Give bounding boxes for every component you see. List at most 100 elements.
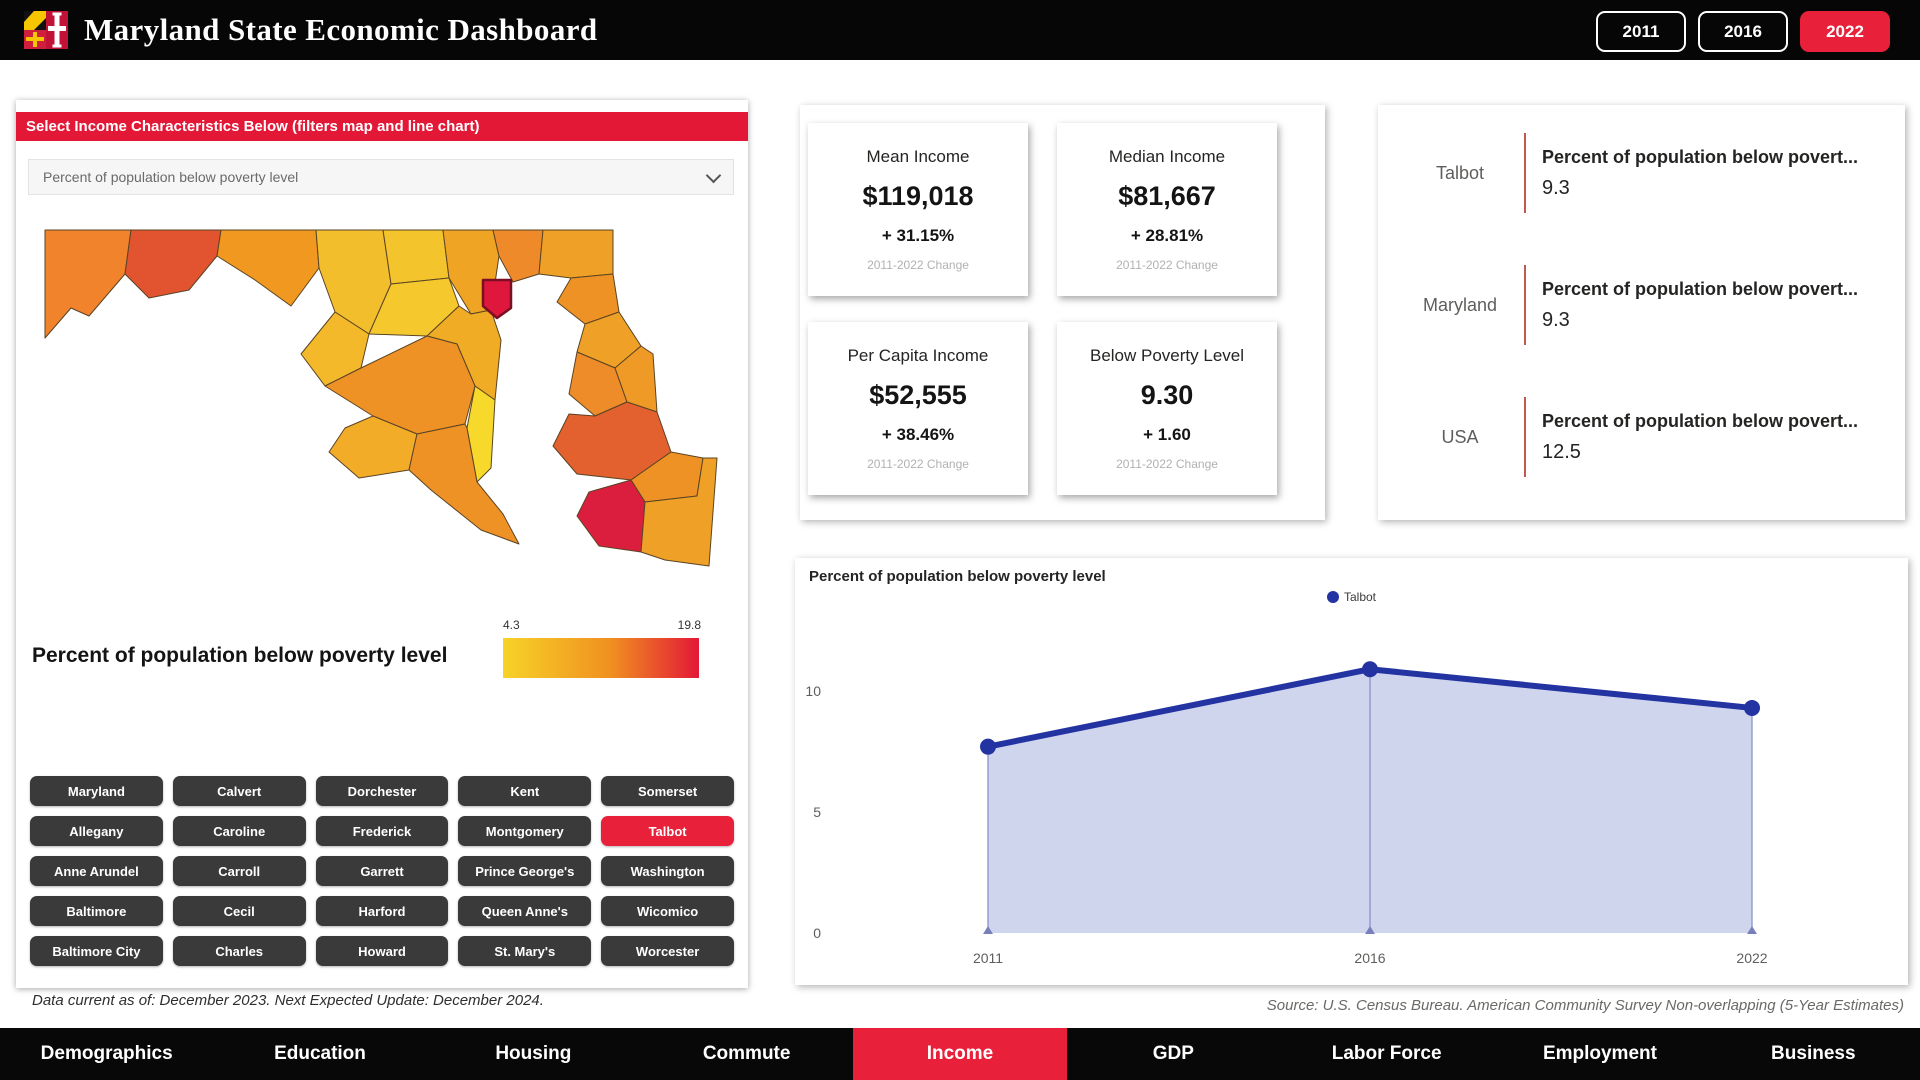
comparison-value: 12.5 [1542,441,1896,464]
chevron-down-icon [706,167,722,183]
comparison-row-usa[interactable]: USA Percent of population below povert..… [1396,387,1896,487]
map-region-st-marys[interactable] [409,424,519,544]
county-button-washington[interactable]: Washington [601,856,734,886]
comparison-region: USA [1396,427,1524,448]
county-button-cecil[interactable]: Cecil [173,896,306,926]
year-button-2016[interactable]: 2016 [1698,11,1788,52]
svg-text:5: 5 [813,804,821,820]
comparison-metric: Percent of population below povert... [1542,279,1896,300]
dropdown-selected-value: Percent of population below poverty leve… [43,169,298,185]
area-chart[interactable]: 0510201120162022 [795,616,1908,976]
nav-tab-demographics[interactable]: Demographics [0,1028,213,1080]
county-button-kent[interactable]: Kent [458,776,591,806]
filter-banner: Select Income Characteristics Below (fil… [16,112,748,141]
county-button-charles[interactable]: Charles [173,936,306,966]
county-button-caroline[interactable]: Caroline [173,816,306,846]
map-region-harford[interactable] [493,230,543,282]
nav-tab-labor-force[interactable]: Labor Force [1280,1028,1493,1080]
kpi-value: $81,667 [1118,181,1216,212]
county-button-carroll[interactable]: Carroll [173,856,306,886]
map-region-cecil[interactable] [539,230,613,278]
county-button-garrett[interactable]: Garrett [316,856,449,886]
county-button-grid: Maryland Calvert Dorchester Kent Somerse… [30,776,734,966]
county-button-somerset[interactable]: Somerset [601,776,734,806]
county-button-baltimore-city[interactable]: Baltimore City [30,936,163,966]
bottom-nav-bar: Demographics Education Housing Commute I… [0,1028,1920,1080]
county-button-montgomery[interactable]: Montgomery [458,816,591,846]
comparison-value: 9.3 [1542,177,1896,200]
nav-tab-gdp[interactable]: GDP [1067,1028,1280,1080]
map-region-carroll[interactable] [383,230,449,284]
county-button-dorchester[interactable]: Dorchester [316,776,449,806]
county-button-calvert[interactable]: Calvert [173,776,306,806]
nav-tab-business[interactable]: Business [1707,1028,1920,1080]
nav-tab-education[interactable]: Education [213,1028,426,1080]
county-button-maryland[interactable]: Maryland [30,776,163,806]
kpi-card-group: Mean Income $119,018 + 31.15% 2011-2022 … [800,105,1325,520]
chart-title: Percent of population below poverty leve… [809,568,1106,585]
county-button-harford[interactable]: Harford [316,896,449,926]
kpi-period: 2011-2022 Change [1116,258,1218,272]
kpi-period: 2011-2022 Change [867,457,969,471]
nav-tab-employment[interactable]: Employment [1493,1028,1706,1080]
year-button-2011[interactable]: 2011 [1596,11,1686,52]
county-button-queen-annes[interactable]: Queen Anne's [458,896,591,926]
map-region-somerset[interactable] [577,480,645,552]
kpi-card-per-capita-income[interactable]: Per Capita Income $52,555 + 38.46% 2011-… [808,322,1028,495]
source-note: Source: U.S. Census Bureau. American Com… [1267,997,1904,1014]
county-button-wicomico[interactable]: Wicomico [601,896,734,926]
county-button-anne-arundel[interactable]: Anne Arundel [30,856,163,886]
comparison-region: Maryland [1396,295,1524,316]
legend-min-value: 4.3 [503,618,520,632]
comparison-row-talbot[interactable]: Talbot Percent of population below pover… [1396,123,1896,223]
county-button-st-marys[interactable]: St. Mary's [458,936,591,966]
svg-text:2016: 2016 [1354,950,1385,966]
legend-max-value: 19.8 [678,618,701,632]
map-region-garrett[interactable] [45,230,131,338]
year-button-2022[interactable]: 2022 [1800,11,1890,52]
kpi-period: 2011-2022 Change [1116,457,1218,471]
kpi-period: 2011-2022 Change [867,258,969,272]
legend-series-dot [1327,591,1339,603]
nav-tab-income[interactable]: Income [853,1028,1066,1080]
svg-text:2022: 2022 [1736,950,1767,966]
poverty-trend-chart-panel: Percent of population below poverty leve… [795,558,1908,985]
comparison-value: 9.3 [1542,309,1896,332]
comparison-row-maryland[interactable]: Maryland Percent of population below pov… [1396,255,1896,355]
page-title: Maryland State Economic Dashboard [84,12,598,48]
county-button-prince-georges[interactable]: Prince George's [458,856,591,886]
data-currency-note: Data current as of: December 2023. Next … [32,992,544,1009]
nav-tab-housing[interactable]: Housing [427,1028,640,1080]
kpi-value: $52,555 [869,380,967,411]
kpi-title: Mean Income [867,147,970,167]
county-button-howard[interactable]: Howard [316,936,449,966]
kpi-title: Median Income [1109,147,1225,167]
kpi-card-below-poverty-level[interactable]: Below Poverty Level 9.30 + 1.60 2011-202… [1057,322,1277,495]
year-filter-group: 2011 2016 2022 [1596,11,1890,52]
maryland-choropleth-map [26,216,736,616]
maryland-flag-icon [24,11,68,49]
kpi-title: Below Poverty Level [1090,346,1244,366]
county-button-allegany[interactable]: Allegany [30,816,163,846]
svg-text:2011: 2011 [973,950,1003,966]
dashboard: Maryland State Economic Dashboard 2011 2… [0,0,1920,1080]
county-button-talbot[interactable]: Talbot [601,816,734,846]
county-button-frederick[interactable]: Frederick [316,816,449,846]
map-color-legend: 4.3 19.8 [503,618,701,678]
comparison-metric: Percent of population below povert... [1542,411,1896,432]
nav-tab-commute[interactable]: Commute [640,1028,853,1080]
county-button-baltimore[interactable]: Baltimore [30,896,163,926]
kpi-card-mean-income[interactable]: Mean Income $119,018 + 31.15% 2011-2022 … [808,123,1028,296]
map-region-allegany[interactable] [125,230,221,298]
kpi-change: + 1.60 [1143,425,1191,445]
header-bar: Maryland State Economic Dashboard 2011 2… [0,0,1920,60]
income-characteristic-dropdown[interactable]: Percent of population below poverty leve… [28,159,734,195]
map-legend-title: Percent of population below poverty leve… [32,640,472,672]
svg-text:10: 10 [805,683,821,699]
kpi-change: + 28.81% [1131,226,1203,246]
chart-legend: Talbot [795,590,1908,604]
map-region-washington[interactable] [217,230,319,306]
kpi-value: 9.30 [1141,380,1194,411]
kpi-card-median-income[interactable]: Median Income $81,667 + 28.81% 2011-2022… [1057,123,1277,296]
county-button-worcester[interactable]: Worcester [601,936,734,966]
